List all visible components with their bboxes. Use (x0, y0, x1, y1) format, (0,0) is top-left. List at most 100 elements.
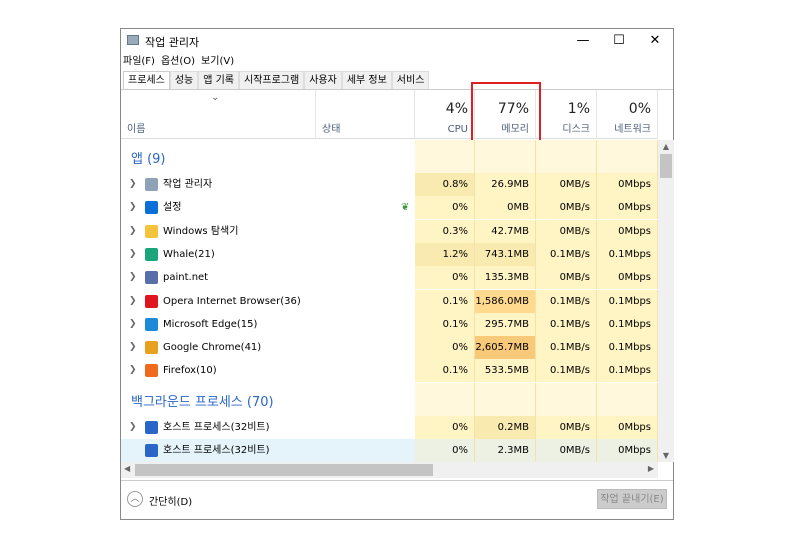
task-manager-icon (127, 35, 139, 45)
vertical-scroll-thumb[interactable] (660, 154, 672, 178)
process-row[interactable]: ❯ Whale(21) 1.2% 743.1MB 0.1MB/s 0.1Mbps (121, 242, 658, 266)
mem-value: 0MB (475, 196, 536, 220)
expand-chevron-icon[interactable]: ❯ (129, 266, 137, 289)
task-manager-icon (145, 178, 158, 191)
horizontal-scrollbar[interactable]: ◀ ▶ (121, 462, 658, 478)
disk-value: 0MB/s (536, 266, 597, 290)
column-background (536, 382, 597, 416)
chevron-up-circle-icon[interactable]: ︿ (127, 491, 143, 507)
end-task-button[interactable]: 작업 끝내기(E) (597, 489, 667, 509)
disk-value: 0.1MB/s (536, 359, 597, 383)
column-header: ⌄ 이름 상태 4% CPU 77% 메모리 1% 디스크 0% 네트워크 (121, 90, 658, 139)
column-status[interactable]: 상태 (316, 90, 415, 139)
maximize-button[interactable]: ☐ (601, 29, 637, 53)
expand-chevron-icon[interactable]: ❯ (129, 173, 137, 196)
opera-icon (145, 294, 158, 308)
close-button[interactable]: ✕ (637, 29, 673, 53)
column-background (475, 140, 536, 173)
column-disk[interactable]: 1% 디스크 (536, 90, 597, 139)
process-list: 앱 (9) ❯ 작업 관리자 0.8% 26.9MB 0MB/s 0Mbps ❯ 설정 ❦ 0% 0M… (121, 140, 658, 462)
disk-value: 0.1MB/s (536, 312, 597, 336)
net-value: 0Mbps (597, 438, 658, 462)
column-background (597, 140, 658, 173)
cpu-value: 0.1% (415, 359, 475, 383)
scroll-down-icon[interactable]: ▼ (658, 451, 674, 460)
process-row[interactable]: ❯ Opera Internet Browser(36) 0.1% 1,586.0MB… (121, 289, 658, 313)
task-manager-window: 작업 관리자 — ☐ ✕ 파일(F) 옵션(O) 보기(V) 프로세스 성능 앱… (120, 28, 674, 520)
vertical-scrollbar[interactable]: ▲ ▼ (658, 140, 674, 462)
process-row[interactable]: ❯ Windows 탐색기 0.3% 42.7MB 0MB/s 0Mbps (121, 219, 658, 243)
cpu-value: 1.2% (415, 242, 475, 266)
network-total: 0% (628, 101, 651, 117)
expand-chevron-icon[interactable]: ❯ (129, 243, 137, 266)
group-header-apps[interactable]: 앱 (9) (131, 148, 166, 167)
scroll-up-icon[interactable]: ▲ (658, 142, 674, 151)
tab-processes[interactable]: 프로세스 (123, 71, 170, 89)
whale-icon (145, 247, 158, 261)
process-name: Whale(21) (163, 248, 215, 260)
fewer-details-button[interactable]: 간단히(D) (149, 493, 192, 508)
column-background (415, 140, 475, 173)
process-name: 작업 관리자 (163, 179, 213, 190)
process-name: 설정 (163, 202, 182, 214)
title-bar: 작업 관리자 — ☐ ✕ (121, 29, 673, 53)
cpu-value: 0% (415, 415, 475, 439)
menu-file[interactable]: 파일(F) (123, 53, 155, 71)
mem-value: 0.2MB (475, 415, 536, 439)
scroll-right-icon[interactable]: ▶ (648, 464, 654, 473)
process-row[interactable]: ❯ paint.net 0% 135.3MB 0MB/s 0Mbps (121, 266, 658, 290)
column-network[interactable]: 0% 네트워크 (597, 90, 658, 139)
mem-value: 2,605.7MB (475, 336, 536, 360)
tab-users[interactable]: 사용자 (304, 71, 342, 89)
expand-chevron-icon[interactable]: ❯ (129, 290, 137, 313)
disk-value: 0.1MB/s (536, 242, 597, 266)
mem-value: 135.3MB (475, 266, 536, 290)
process-name: Opera Internet Browser(36) (163, 295, 301, 307)
expand-chevron-icon[interactable]: ❯ (129, 416, 137, 439)
group-header-background[interactable]: 백그라운드 프로세스 (70) (131, 391, 274, 410)
cpu-value: 0.1% (415, 289, 475, 313)
firefox-icon (145, 364, 158, 378)
process-row[interactable]: 호스트 프로세스(32비트) 0% 2.3MB 0MB/s 0Mbps (121, 438, 658, 462)
mem-value: 295.7MB (475, 312, 536, 336)
tab-services[interactable]: 서비스 (391, 71, 430, 89)
expand-chevron-icon[interactable]: ❯ (129, 313, 137, 336)
column-name[interactable]: ⌄ 이름 (121, 90, 316, 139)
tab-details[interactable]: 세부 정보 (341, 71, 392, 89)
cpu-value: 0% (415, 266, 475, 290)
horizontal-scroll-thumb[interactable] (135, 464, 433, 476)
column-cpu[interactable]: 4% CPU (415, 90, 475, 139)
process-row[interactable]: ❯ Google Chrome(41) 0% 2,605.7MB 0.1MB/s 0.1M… (121, 336, 658, 360)
column-background (415, 382, 475, 416)
expand-chevron-icon[interactable]: ❯ (129, 196, 137, 219)
tab-app-history[interactable]: 앱 기록 (198, 71, 239, 89)
process-row[interactable]: ❯ 호스트 프로세스(32비트) 0% 0.2MB 0MB/s 0Mbps (121, 415, 658, 439)
process-row[interactable]: ❯ Firefox(10) 0.1% 533.5MB 0.1MB/s 0.1Mbps (121, 359, 658, 383)
net-value: 0Mbps (597, 266, 658, 290)
net-value: 0Mbps (597, 219, 658, 243)
expand-chevron-icon[interactable]: ❯ (129, 359, 137, 382)
host-process-icon (145, 443, 158, 457)
column-background (536, 140, 597, 173)
column-status-label: 상태 (322, 124, 341, 135)
memory-highlight-box (471, 82, 541, 142)
net-value: 0Mbps (597, 415, 658, 439)
process-row[interactable]: ❯ Microsoft Edge(15) 0.1% 295.7MB 0.1MB/s 0.1… (121, 312, 658, 336)
net-value: 0Mbps (597, 196, 658, 220)
tab-performance[interactable]: 성능 (169, 71, 199, 89)
scroll-left-icon[interactable]: ◀ (124, 464, 130, 473)
expand-chevron-icon[interactable]: ❯ (129, 336, 137, 359)
expand-chevron-icon[interactable]: ❯ (129, 220, 137, 243)
tab-bar: 프로세스 성능 앱 기록 시작프로그램 사용자 세부 정보 서비스 (121, 71, 673, 90)
net-value: 0.1Mbps (597, 289, 658, 313)
folder-icon (145, 224, 158, 238)
mem-value: 2.3MB (475, 438, 536, 462)
menu-options[interactable]: 옵션(O) (161, 53, 195, 71)
tab-startup[interactable]: 시작프로그램 (239, 71, 305, 89)
cpu-value: 0% (415, 196, 475, 220)
process-row[interactable]: ❯ 작업 관리자 0.8% 26.9MB 0MB/s 0Mbps (121, 173, 658, 196)
menu-view[interactable]: 보기(V) (201, 53, 234, 71)
process-row[interactable]: ❯ 설정 ❦ 0% 0MB 0MB/s 0Mbps (121, 196, 658, 220)
minimize-button[interactable]: — (565, 29, 601, 53)
paintnet-icon (145, 271, 158, 285)
